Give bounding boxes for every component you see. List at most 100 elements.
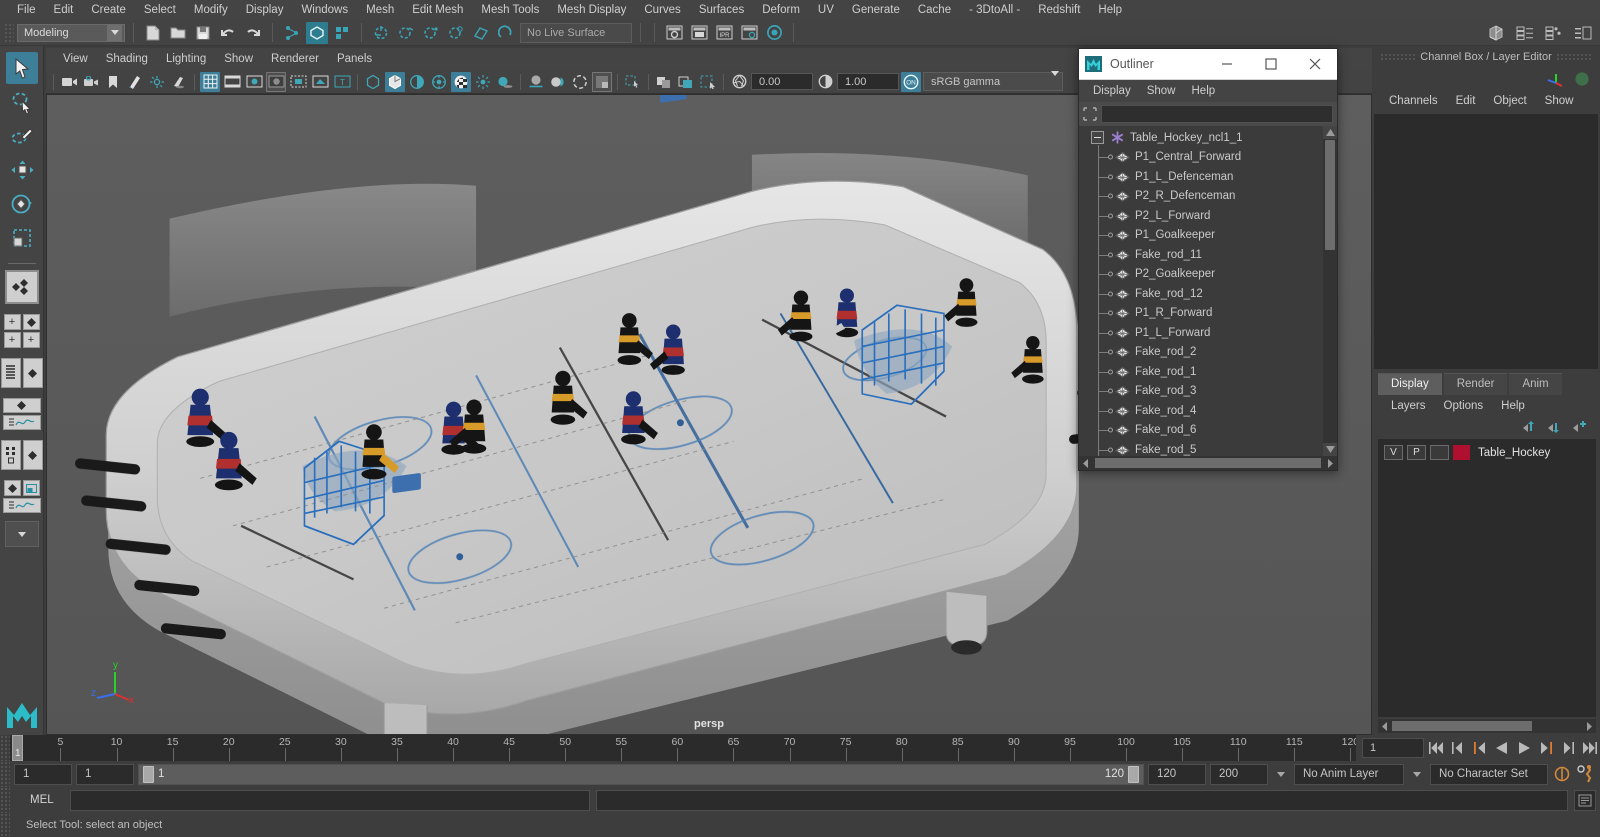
textured-icon[interactable] <box>429 72 449 92</box>
xray-joints-icon[interactable] <box>548 72 568 92</box>
outliner-item-fake_rod_12[interactable]: Fake_rod_12 <box>1079 281 1323 306</box>
smooth-shade-all-icon[interactable] <box>385 71 405 92</box>
color-space-selector[interactable]: sRGB gamma <box>923 70 1063 91</box>
tab-render[interactable]: Render <box>1443 372 1508 395</box>
range-slider-bar[interactable]: 1 120 <box>138 763 1144 785</box>
range-end-handle[interactable] <box>1128 765 1139 783</box>
play-forwards-icon[interactable] <box>1514 737 1534 759</box>
uv-editor-layout-button[interactable] <box>22 480 40 496</box>
use-default-light-icon[interactable] <box>473 72 493 92</box>
step-forward-keyframe-icon[interactable] <box>1558 737 1578 759</box>
outliner-item-p1_l_defenceman[interactable]: P1_L_Defenceman <box>1079 164 1323 189</box>
auto-keyframe-icon[interactable] <box>1552 763 1572 785</box>
tab-anim[interactable]: Anim <box>1509 372 1562 395</box>
command-line-grip[interactable] <box>0 787 10 813</box>
tree-node-dot[interactable] <box>1108 252 1113 258</box>
layer-menu-options[interactable]: Options <box>1435 398 1493 414</box>
select-by-component-type-icon[interactable] <box>331 22 353 44</box>
panel-menu-view[interactable]: View <box>54 51 97 67</box>
two-pane-layout-button[interactable]: + <box>3 332 21 348</box>
render-region-icon[interactable] <box>654 72 674 92</box>
exposure-aperture-icon[interactable] <box>729 72 749 92</box>
scroll-down-icon[interactable] <box>1323 443 1337 456</box>
menu-set-selector[interactable]: Modeling <box>17 23 125 42</box>
menu-windows[interactable]: Windows <box>292 1 357 19</box>
render-current-frame-icon[interactable] <box>663 22 685 44</box>
step-back-frame-icon[interactable] <box>1470 737 1490 759</box>
scroll-left-icon[interactable] <box>1378 721 1389 731</box>
tree-node-dot[interactable] <box>1108 291 1113 297</box>
menu-curves[interactable]: Curves <box>635 1 689 19</box>
bookmark-icon[interactable] <box>103 72 123 92</box>
safe-action-icon[interactable] <box>310 72 330 92</box>
menu-edit-mesh[interactable]: Edit Mesh <box>403 1 472 19</box>
xray-active-components-icon[interactable] <box>570 72 590 92</box>
undo-icon[interactable] <box>217 22 239 44</box>
hscroll-left-icon[interactable] <box>1079 458 1090 468</box>
tree-node-dot[interactable] <box>1108 447 1113 453</box>
tree-node-dot[interactable] <box>1108 349 1113 355</box>
uv-persp-layout-button[interactable] <box>3 480 21 496</box>
scroll-right-icon[interactable] <box>1585 721 1596 731</box>
hscroll-thumb[interactable] <box>1392 721 1532 731</box>
scale-tool[interactable] <box>6 222 38 254</box>
shadow-toggle-icon[interactable] <box>495 72 515 92</box>
field-chart-icon[interactable] <box>288 72 308 92</box>
snap-to-view-plane-icon[interactable] <box>470 22 492 44</box>
channel-menu-edit[interactable]: Edit <box>1447 93 1485 109</box>
tree-node-dot[interactable] <box>1108 154 1113 160</box>
snap-to-curve-icon[interactable] <box>395 22 417 44</box>
image-plane-icon[interactable] <box>125 72 145 92</box>
panel-menu-panels[interactable]: Panels <box>328 51 381 67</box>
layer-color-swatch[interactable] <box>1453 445 1470 460</box>
graph-editor-persp-layout-button[interactable] <box>2 498 41 513</box>
outliner-item-fake_rod_1[interactable]: Fake_rod_1 <box>1079 359 1323 384</box>
menu-deform[interactable]: Deform <box>753 1 809 19</box>
tree-node-dot[interactable] <box>1108 310 1113 316</box>
tree-node-dot[interactable] <box>1108 388 1113 394</box>
select-by-object-type-icon[interactable] <box>306 21 328 44</box>
menu-cache[interactable]: Cache <box>909 1 960 19</box>
playback-speed-dropdown-icon[interactable] <box>1272 764 1290 785</box>
help-line-grip[interactable] <box>0 813 10 837</box>
anim-layer-selector[interactable]: No Anim Layer <box>1294 763 1404 785</box>
channel-menu-show[interactable]: Show <box>1536 93 1583 109</box>
persp-outliner-layout-button[interactable] <box>22 358 43 388</box>
outliner-item-fake_rod_11[interactable]: Fake_rod_11 <box>1079 242 1323 267</box>
channel-menu-channels[interactable]: Channels <box>1380 93 1447 109</box>
outliner-item-p2_l_forward[interactable]: P2_L_Forward <box>1079 203 1323 228</box>
hscroll-right-icon[interactable] <box>1326 458 1337 468</box>
play-backwards-icon[interactable] <box>1492 737 1512 759</box>
menu-display[interactable]: Display <box>237 1 293 19</box>
panel-grip-left[interactable] <box>1380 53 1416 61</box>
menu-surfaces[interactable]: Surfaces <box>690 1 753 19</box>
menu-uv[interactable]: UV <box>809 1 843 19</box>
layer-shading-toggle[interactable] <box>1430 445 1449 460</box>
gamma-icon[interactable] <box>815 72 835 92</box>
persp-layout-button[interactable] <box>22 314 40 330</box>
exposure-value-field[interactable]: 0.00 <box>751 73 813 90</box>
outliner-title-bar[interactable]: Outliner <box>1079 49 1337 80</box>
tree-node-dot[interactable] <box>1108 232 1113 238</box>
graph-editor-layout-button[interactable] <box>2 415 41 430</box>
go-to-start-icon[interactable] <box>1426 737 1446 759</box>
snap-to-grid-icon[interactable] <box>370 22 392 44</box>
paint-select-tool[interactable] <box>6 120 38 152</box>
film-gate-icon[interactable] <box>222 72 242 92</box>
outliner-menu-show[interactable]: Show <box>1139 83 1184 99</box>
menu-modify[interactable]: Modify <box>185 1 237 19</box>
go-to-end-icon[interactable] <box>1580 737 1600 759</box>
live-surface-field[interactable]: No Live Surface <box>520 22 632 43</box>
time-slider[interactable]: 5 10 15 20 25 30 35 40 45 50 55 60 65 70 75 80 85 90 95 100… <box>10 735 1356 761</box>
character-set-selector[interactable]: No Character Set <box>1430 763 1548 785</box>
search-filter-icon[interactable] <box>1083 107 1097 121</box>
layer-menu-help[interactable]: Help <box>1492 398 1534 414</box>
outliner-root-row[interactable]: Table_Hockey_ncl1_1 <box>1079 128 1323 148</box>
range-start-field[interactable]: 1 <box>76 763 134 785</box>
collapse-expand-icon[interactable] <box>1091 131 1104 145</box>
menu-mesh[interactable]: Mesh <box>357 1 403 19</box>
camera-attributes-icon[interactable] <box>81 72 101 92</box>
menu-3dtoall[interactable]: - 3DtoAll - <box>960 1 1029 19</box>
outliner-hscroll-thumb[interactable] <box>1095 458 1321 468</box>
time-slider-grip[interactable] <box>0 735 10 761</box>
